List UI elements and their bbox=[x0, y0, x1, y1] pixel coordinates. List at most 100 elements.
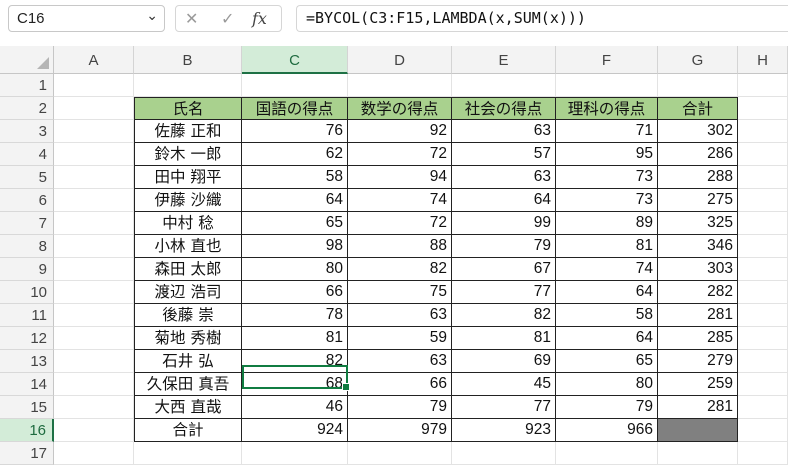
table-header-cell[interactable]: 氏名 bbox=[134, 97, 242, 120]
score-cell[interactable]: 72 bbox=[348, 212, 452, 235]
row-header-12[interactable]: 12 bbox=[0, 327, 54, 350]
grid-cell[interactable] bbox=[738, 212, 788, 235]
grid-cell[interactable] bbox=[54, 327, 134, 350]
footer-sum-cell[interactable]: 966 bbox=[556, 419, 658, 442]
row-header-9[interactable]: 9 bbox=[0, 258, 54, 281]
name-cell[interactable]: 後藤 崇 bbox=[134, 304, 242, 327]
score-cell[interactable]: 77 bbox=[452, 396, 556, 419]
grid-cell[interactable] bbox=[54, 74, 134, 97]
name-cell[interactable]: 石井 弘 bbox=[134, 350, 242, 373]
score-cell[interactable]: 64 bbox=[242, 189, 348, 212]
row-header-1[interactable]: 1 bbox=[0, 74, 54, 97]
score-cell[interactable]: 74 bbox=[556, 258, 658, 281]
name-cell[interactable]: 渡辺 浩司 bbox=[134, 281, 242, 304]
grid-cell[interactable] bbox=[54, 419, 134, 442]
grid-cell[interactable] bbox=[738, 281, 788, 304]
row-header-16[interactable]: 16 bbox=[0, 419, 54, 442]
grid-cell[interactable] bbox=[452, 74, 556, 97]
score-cell[interactable]: 58 bbox=[556, 304, 658, 327]
total-cell[interactable]: 346 bbox=[658, 235, 738, 258]
name-cell[interactable]: 菊地 秀樹 bbox=[134, 327, 242, 350]
row-header-14[interactable]: 14 bbox=[0, 373, 54, 396]
grid-cell[interactable] bbox=[658, 442, 738, 465]
cancel-icon[interactable]: ✕ bbox=[185, 9, 198, 28]
score-cell[interactable]: 62 bbox=[242, 143, 348, 166]
grid-cell[interactable] bbox=[54, 97, 134, 120]
total-cell[interactable]: 285 bbox=[658, 327, 738, 350]
grid-cell[interactable] bbox=[658, 74, 738, 97]
grid-cell[interactable] bbox=[738, 419, 788, 442]
total-cell[interactable]: 325 bbox=[658, 212, 738, 235]
score-cell[interactable]: 95 bbox=[556, 143, 658, 166]
table-header-cell[interactable]: 数学の得点 bbox=[348, 97, 452, 120]
name-cell[interactable]: 中村 稔 bbox=[134, 212, 242, 235]
score-cell[interactable]: 45 bbox=[452, 373, 556, 396]
score-cell[interactable]: 79 bbox=[452, 235, 556, 258]
score-cell[interactable]: 63 bbox=[452, 166, 556, 189]
grid-cell[interactable] bbox=[134, 74, 242, 97]
grid-cell[interactable] bbox=[738, 304, 788, 327]
total-cell[interactable]: 288 bbox=[658, 166, 738, 189]
row-header-17[interactable]: 17 bbox=[0, 442, 54, 465]
score-cell[interactable]: 65 bbox=[242, 212, 348, 235]
grid-cell[interactable] bbox=[242, 442, 348, 465]
grid-cell[interactable] bbox=[738, 97, 788, 120]
footer-sum-cell[interactable]: 924 bbox=[242, 419, 348, 442]
score-cell[interactable]: 79 bbox=[348, 396, 452, 419]
grid-cell[interactable] bbox=[54, 396, 134, 419]
column-header-g[interactable]: G bbox=[658, 46, 738, 74]
column-header-b[interactable]: B bbox=[134, 46, 242, 74]
row-header-15[interactable]: 15 bbox=[0, 396, 54, 419]
name-cell[interactable]: 森田 太郎 bbox=[134, 258, 242, 281]
footer-sum-cell[interactable]: 979 bbox=[348, 419, 452, 442]
footer-sum-cell[interactable]: 923 bbox=[452, 419, 556, 442]
name-cell[interactable]: 佐藤 正和 bbox=[134, 120, 242, 143]
score-cell[interactable]: 66 bbox=[348, 373, 452, 396]
grid-cell[interactable] bbox=[738, 120, 788, 143]
score-cell[interactable]: 67 bbox=[452, 258, 556, 281]
name-box[interactable]: C16 ⌄ bbox=[8, 5, 165, 32]
column-header-e[interactable]: E bbox=[452, 46, 556, 74]
grid-cell[interactable] bbox=[738, 442, 788, 465]
grid-cell[interactable] bbox=[54, 166, 134, 189]
grid-cell[interactable] bbox=[348, 442, 452, 465]
column-header-f[interactable]: F bbox=[556, 46, 658, 74]
row-header-8[interactable]: 8 bbox=[0, 235, 54, 258]
grid-cell[interactable] bbox=[348, 74, 452, 97]
score-cell[interactable]: 79 bbox=[556, 396, 658, 419]
grid-cell[interactable] bbox=[54, 442, 134, 465]
score-cell[interactable]: 63 bbox=[348, 304, 452, 327]
grid-cell[interactable] bbox=[54, 120, 134, 143]
score-cell[interactable]: 66 bbox=[242, 281, 348, 304]
score-cell[interactable]: 75 bbox=[348, 281, 452, 304]
grid-cell[interactable] bbox=[738, 396, 788, 419]
grid-cell[interactable] bbox=[54, 235, 134, 258]
score-cell[interactable]: 92 bbox=[348, 120, 452, 143]
footer-empty-cell[interactable] bbox=[658, 419, 738, 442]
total-cell[interactable]: 281 bbox=[658, 304, 738, 327]
score-cell[interactable]: 72 bbox=[348, 143, 452, 166]
score-cell[interactable]: 99 bbox=[452, 212, 556, 235]
total-cell[interactable]: 282 bbox=[658, 281, 738, 304]
score-cell[interactable]: 80 bbox=[556, 373, 658, 396]
row-header-7[interactable]: 7 bbox=[0, 212, 54, 235]
score-cell[interactable]: 78 bbox=[242, 304, 348, 327]
total-cell[interactable]: 275 bbox=[658, 189, 738, 212]
score-cell[interactable]: 94 bbox=[348, 166, 452, 189]
score-cell[interactable]: 58 bbox=[242, 166, 348, 189]
grid-cell[interactable] bbox=[738, 235, 788, 258]
grid-cell[interactable] bbox=[134, 442, 242, 465]
total-cell[interactable]: 302 bbox=[658, 120, 738, 143]
grid-cell[interactable] bbox=[738, 373, 788, 396]
column-header-h[interactable]: H bbox=[738, 46, 788, 74]
grid-cell[interactable] bbox=[54, 212, 134, 235]
grid-cell[interactable] bbox=[54, 350, 134, 373]
grid-cell[interactable] bbox=[738, 74, 788, 97]
score-cell[interactable]: 46 bbox=[242, 396, 348, 419]
total-cell[interactable]: 279 bbox=[658, 350, 738, 373]
total-cell[interactable]: 303 bbox=[658, 258, 738, 281]
row-header-10[interactable]: 10 bbox=[0, 281, 54, 304]
name-cell[interactable]: 伊藤 沙織 bbox=[134, 189, 242, 212]
score-cell[interactable]: 82 bbox=[348, 258, 452, 281]
name-cell[interactable]: 久保田 真吾 bbox=[134, 373, 242, 396]
